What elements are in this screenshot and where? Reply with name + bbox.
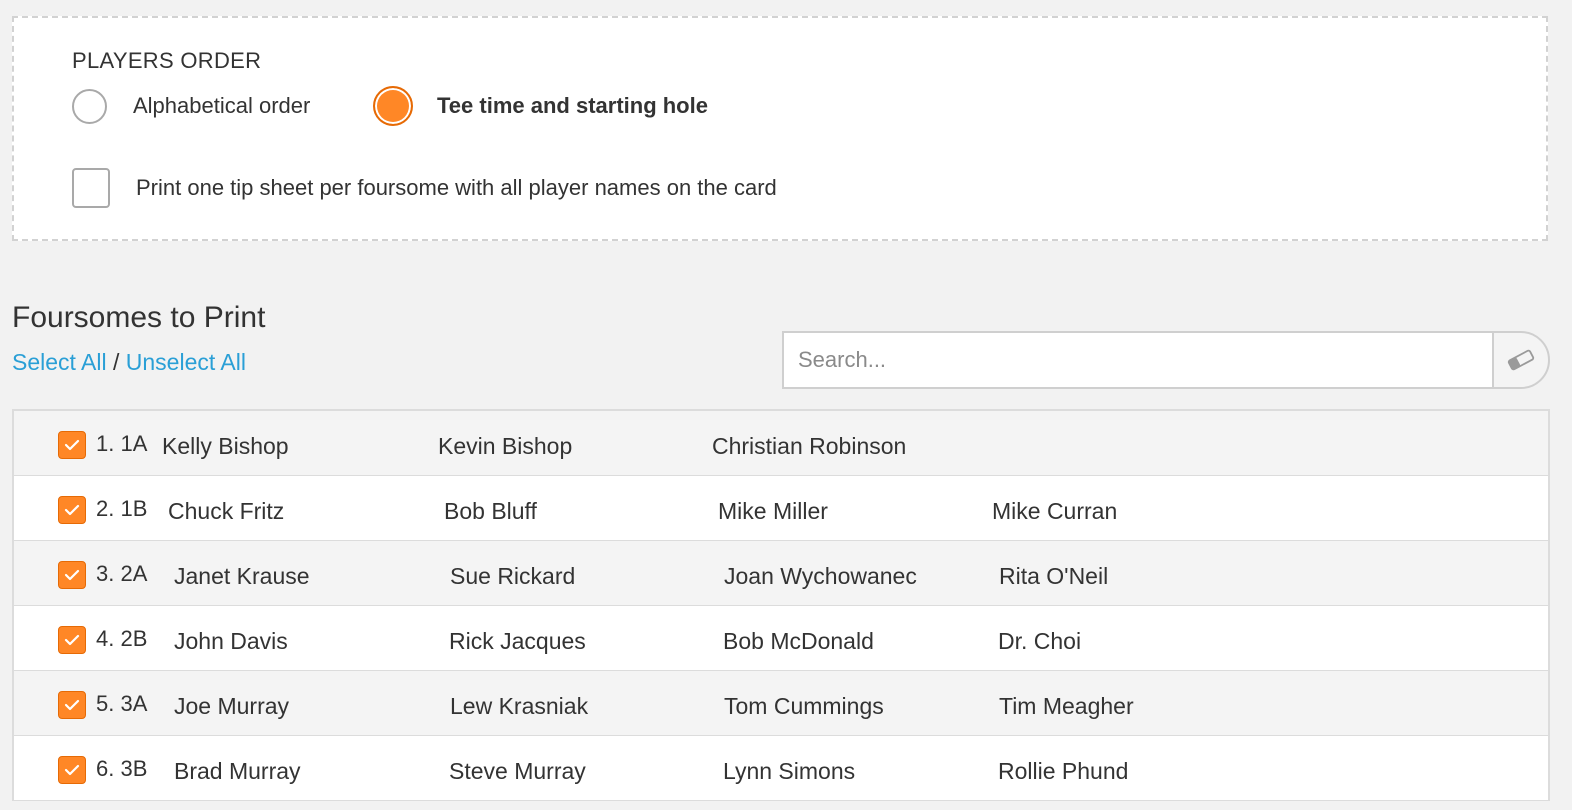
player-name: John Davis	[174, 628, 288, 654]
checkmark-icon	[64, 699, 80, 711]
checkmark-icon	[64, 569, 80, 581]
foursome-group-label: 6. 3B	[96, 756, 148, 781]
foursomes-title: Foursomes to Print	[12, 300, 266, 334]
radio-tee-time-label: Tee time and starting hole	[437, 93, 708, 118]
search-bar	[782, 331, 1550, 389]
player-name: Kevin Bishop	[438, 433, 573, 459]
foursomes-table: 1. 1A Kelly Bishop Kevin Bishop Christian R…	[12, 409, 1550, 801]
foursome-group-label: 4. 2B	[96, 626, 148, 651]
player-name: Joan Wychowanec	[724, 563, 917, 589]
player-name: Dr. Choi	[998, 628, 1082, 654]
player-name: Lynn Simons	[723, 758, 856, 784]
foursome-group-label: 5. 3A	[96, 691, 148, 716]
checkmark-icon	[64, 634, 80, 646]
foursome-group-label: 2. 1B	[96, 496, 148, 521]
select-links: Select All / Unselect All	[12, 349, 246, 376]
player-name: Chuck Fritz	[168, 498, 285, 524]
player-name: Bob Bluff	[444, 498, 537, 524]
foursome-row[interactable]: 1. 1A Kelly Bishop Kevin Bishop Christian R…	[14, 411, 1548, 476]
foursome-row[interactable]: 4. 2B John Davis Rick Jacques Bob McDonald D…	[14, 606, 1548, 671]
players-order-heading: PLAYERS ORDER	[72, 48, 262, 73]
player-name: Tim Meagher	[999, 693, 1134, 719]
foursome-row[interactable]: 2. 1B Chuck Fritz Bob Bluff Mike Miller Mike…	[14, 476, 1548, 541]
player-name: Rita O'Neil	[999, 563, 1109, 589]
search-input[interactable]	[782, 331, 1494, 389]
foursome-row[interactable]: 3. 2A Janet Krause Sue Rickard Joan Wychowa…	[14, 541, 1548, 606]
foursome-checkbox[interactable]	[58, 691, 86, 719]
player-name: Rick Jacques	[449, 628, 586, 654]
foursome-checkbox[interactable]	[58, 626, 86, 654]
foursome-checkbox[interactable]	[58, 431, 86, 459]
foursome-checkbox[interactable]	[58, 496, 86, 524]
player-name: Christian Robinson	[712, 433, 907, 459]
select-separator: /	[106, 349, 126, 375]
foursome-group-label: 3. 2A	[96, 561, 148, 586]
player-name: Mike Curran	[992, 498, 1118, 524]
player-name: Lew Krasniak	[450, 693, 589, 719]
print-tip-sheets-page: PLAYERS ORDER Alphabetical order Tee tim…	[0, 0, 1572, 810]
foursome-row[interactable]: 5. 3A Joe Murray Lew Krasniak Tom Cummings T…	[14, 671, 1548, 736]
foursome-row[interactable]: 6. 3B Brad Murray Steve Murray Lynn Simons R…	[14, 736, 1548, 801]
player-name: Bob McDonald	[723, 628, 874, 654]
foursome-group-label: 1. 1A	[96, 431, 148, 456]
select-all-link[interactable]: Select All	[12, 349, 107, 375]
player-name: Steve Murray	[449, 758, 586, 784]
checkmark-icon	[64, 504, 80, 516]
clear-search-button[interactable]	[1492, 331, 1550, 389]
radio-alphabetical-label: Alphabetical order	[133, 93, 311, 118]
checkmark-icon	[64, 764, 80, 776]
eraser-icon	[1507, 349, 1535, 371]
players-order-panel: PLAYERS ORDER Alphabetical order Tee tim…	[12, 16, 1548, 241]
one-tip-sheet-per-foursome-option[interactable]: Print one tip sheet per foursome with al…	[72, 168, 777, 208]
foursome-checkbox[interactable]	[58, 756, 86, 784]
player-name: Joe Murray	[174, 693, 290, 719]
one-tip-sheet-checkbox[interactable]	[72, 168, 110, 208]
radio-selected-icon[interactable]	[373, 86, 413, 126]
player-name: Tom Cummings	[724, 693, 884, 719]
foursome-checkbox[interactable]	[58, 561, 86, 589]
player-name: Brad Murray	[174, 758, 301, 784]
unselect-all-link[interactable]: Unselect All	[126, 349, 246, 375]
player-name: Sue Rickard	[450, 563, 576, 589]
player-name: Kelly Bishop	[162, 433, 289, 459]
radio-unselected-icon[interactable]	[72, 88, 107, 124]
radio-tee-time-starting-hole[interactable]: Tee time and starting hole	[373, 86, 708, 126]
radio-alphabetical-order[interactable]: Alphabetical order	[72, 86, 310, 126]
player-name: Mike Miller	[718, 498, 828, 524]
player-name: Janet Krause	[174, 563, 310, 589]
checkmark-icon	[64, 439, 80, 451]
player-name: Rollie Phund	[998, 758, 1129, 784]
one-tip-sheet-label: Print one tip sheet per foursome with al…	[136, 175, 777, 200]
